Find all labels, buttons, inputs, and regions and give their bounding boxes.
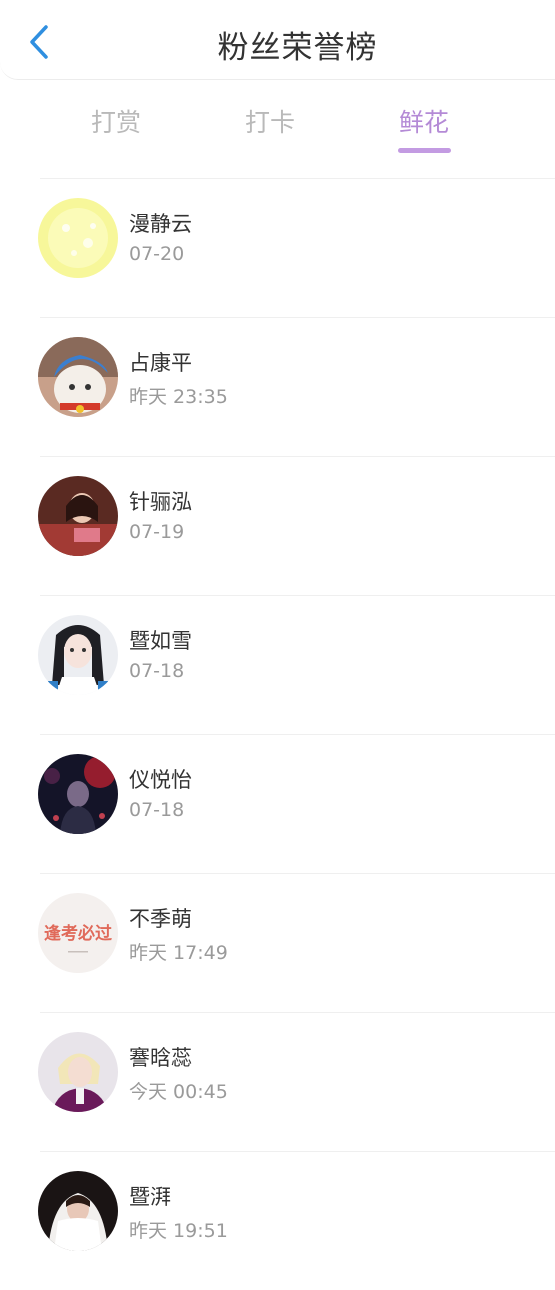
list-item[interactable]: 占康平 昨天 23:35 [0,317,555,456]
tab-label: 打赏 [90,108,141,137]
top-bar: 粉丝荣誉榜 [0,0,555,80]
fan-name: 仪悦怡 [129,768,192,792]
list-item[interactable]: 仪悦怡 07-18 [0,734,555,873]
tab-checkin[interactable]: 打卡 [220,103,320,157]
tab-label: 打卡 [244,108,295,137]
fan-name: 占康平 [129,351,192,375]
fan-time: 07-19 [129,521,185,543]
avatar: 逢考必过 [38,893,118,973]
fan-time: 今天 00:45 [129,1081,228,1103]
fan-name: 謇晗蕊 [129,1046,192,1070]
fan-name: 暨如雪 [129,629,192,653]
tab-flowers[interactable]: 鲜花 [374,103,474,157]
fan-time: 昨天 23:35 [129,386,228,408]
active-tab-indicator [398,148,451,153]
fan-name: 暨湃 [129,1185,171,1209]
tab-label: 鲜花 [398,108,449,137]
page-title: 粉丝荣誉榜 [217,30,378,66]
avatar [38,1171,118,1251]
avatar-text: 逢考必过 [44,923,112,944]
list-item[interactable]: 针骊泓 07-19 [0,456,555,595]
list-item[interactable]: 暨湃 昨天 19:51 [0,1151,555,1290]
avatar [38,754,118,834]
fan-name: 不季萌 [129,907,192,931]
avatar [38,198,118,278]
tab-bar: 打赏 打卡 鲜花 [0,95,555,165]
avatar [38,1032,118,1112]
fan-time: 昨天 17:49 [129,942,228,964]
fan-time: 07-18 [129,799,185,821]
list-item[interactable]: 逢考必过 不季萌 昨天 17:49 [0,873,555,1012]
list-item[interactable]: 漫静云 07-20 [0,178,555,317]
avatar [38,615,118,695]
fan-time: 07-20 [129,243,185,265]
fan-list: 漫静云 07-20 占康平 昨天 23:35 针骊泓 07-19 暨如雪 07-… [0,178,555,1290]
list-item[interactable]: 謇晗蕊 今天 00:45 [0,1012,555,1151]
tab-reward[interactable]: 打赏 [66,103,166,157]
avatar [38,337,118,417]
fan-time: 07-18 [129,660,185,682]
fan-time: 昨天 19:51 [129,1220,228,1242]
fan-name: 漫静云 [129,212,192,236]
list-item[interactable]: 暨如雪 07-18 [0,595,555,734]
fan-name: 针骊泓 [129,490,192,514]
avatar [38,476,118,556]
